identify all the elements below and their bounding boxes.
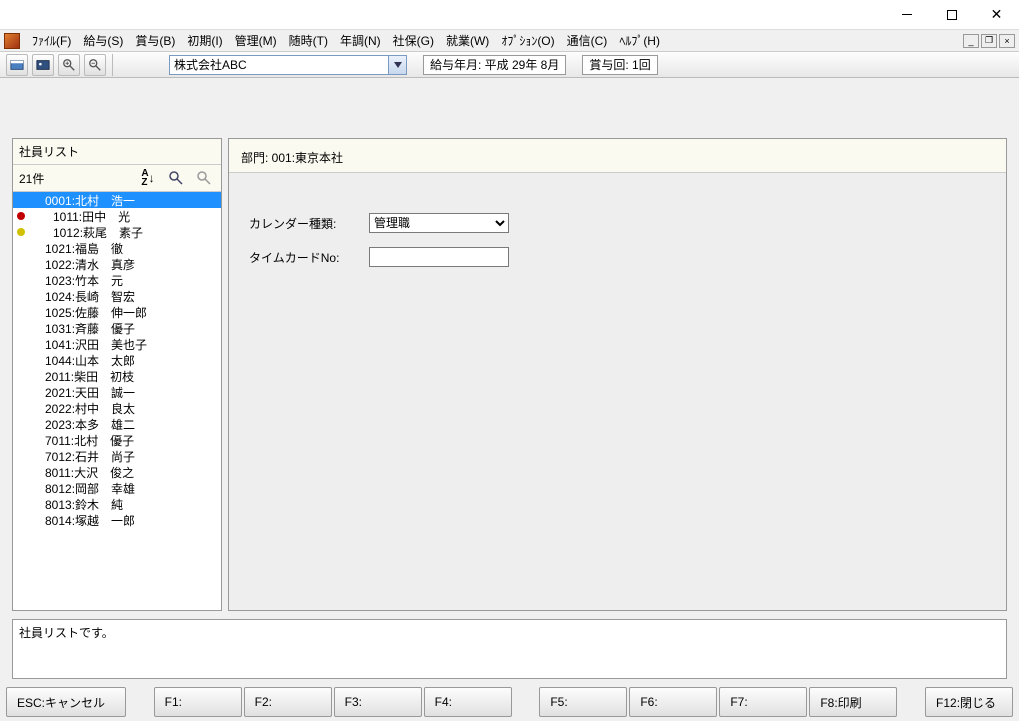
company-combo-dropdown[interactable] xyxy=(389,55,407,75)
menu-item[interactable]: 初期(I) xyxy=(181,30,228,51)
employee-row[interactable]: 1021:福島 徹 xyxy=(13,240,221,256)
employee-row[interactable]: 2023:本多 雄二 xyxy=(13,416,221,432)
menu-item[interactable]: 社保(G) xyxy=(387,30,440,51)
window-close-button[interactable]: ✕ xyxy=(974,0,1019,30)
menu-item[interactable]: 就業(W) xyxy=(440,30,495,51)
status-dot-icon xyxy=(17,212,25,220)
mdi-minimize-button[interactable]: _ xyxy=(963,34,979,48)
department-header: 部門: 001:東京本社 xyxy=(229,139,1006,173)
employee-row[interactable]: 1024:長崎 智宏 xyxy=(13,288,221,304)
window-maximize-button[interactable] xyxy=(929,0,974,30)
employee-row[interactable]: 0001:北村 浩一 xyxy=(13,192,221,208)
employee-row[interactable]: 1022:清水 真彦 xyxy=(13,256,221,272)
timecard-no-label: タイムカードNo: xyxy=(249,249,369,266)
f2-button[interactable]: F2: xyxy=(244,687,332,717)
employee-row[interactable]: 1044:山本 太郎 xyxy=(13,352,221,368)
detail-panel: 部門: 001:東京本社 カレンダー種類: 管理職 タイムカードNo: xyxy=(228,138,1007,611)
employee-row[interactable]: 8011:大沢 俊之 xyxy=(13,464,221,480)
workspace: 社員リスト 21件 AZ↓ 0001:北村 浩一1011:田中 光1012:萩尾… xyxy=(0,78,1019,721)
status-message: 社員リストです。 xyxy=(12,619,1007,679)
menu-item[interactable]: ﾍﾙﾌﾟ(H) xyxy=(613,30,666,51)
menu-item[interactable]: 通信(C) xyxy=(561,30,614,51)
f4-button[interactable]: F4: xyxy=(424,687,512,717)
mdi-restore-button[interactable]: ❐ xyxy=(981,34,997,48)
f3-button[interactable]: F3: xyxy=(334,687,422,717)
menubar: ﾌｧｲﾙ(F)給与(S)賞与(B)初期(I)管理(M)随時(T)年調(N)社保(… xyxy=(0,30,1019,52)
app-icon xyxy=(4,33,20,49)
zoom-in-button[interactable] xyxy=(58,54,80,76)
employee-row[interactable]: 8014:塚越 一郎 xyxy=(13,512,221,528)
employee-count: 21件 xyxy=(19,170,44,187)
timecard-no-input[interactable] xyxy=(369,247,509,267)
menu-item[interactable]: 給与(S) xyxy=(77,30,129,51)
window-titlebar: ✕ xyxy=(0,0,1019,30)
employee-row[interactable]: 1011:田中 光 xyxy=(13,208,221,224)
employee-row[interactable]: 2022:村中 良太 xyxy=(13,400,221,416)
company-combo[interactable] xyxy=(169,55,389,75)
f7-button[interactable]: F7: xyxy=(719,687,807,717)
zoom-out-button[interactable] xyxy=(84,54,106,76)
employee-row[interactable]: 1012:萩尾 素子 xyxy=(13,224,221,240)
calendar-type-select[interactable]: 管理職 xyxy=(369,213,509,233)
sort-az-icon[interactable]: AZ↓ xyxy=(137,167,159,189)
f8-button[interactable]: F8:印刷 xyxy=(809,687,897,717)
employee-list-panel: 社員リスト 21件 AZ↓ 0001:北村 浩一1011:田中 光1012:萩尾… xyxy=(12,138,222,611)
function-key-bar: ESC:キャンセル F1: F2: F3: F4: F5: F6: F7: F8… xyxy=(6,687,1013,717)
esc-button[interactable]: ESC:キャンセル xyxy=(6,687,126,717)
status-dot-icon xyxy=(17,228,25,236)
f1-button[interactable]: F1: xyxy=(154,687,242,717)
employee-row[interactable]: 2021:天田 誠一 xyxy=(13,384,221,400)
f6-button[interactable]: F6: xyxy=(629,687,717,717)
window-minimize-button[interactable] xyxy=(884,0,929,30)
employee-row[interactable]: 1025:佐藤 伸一郎 xyxy=(13,304,221,320)
pay-period-display: 給与年月: 平成 29年 8月 xyxy=(423,55,566,75)
employee-row[interactable]: 7011:北村 優子 xyxy=(13,432,221,448)
employee-row[interactable]: 1031:斉藤 優子 xyxy=(13,320,221,336)
f5-button[interactable]: F5: xyxy=(539,687,627,717)
search-disabled-icon[interactable] xyxy=(193,167,215,189)
employee-row[interactable]: 2011:柴田 初枝 xyxy=(13,368,221,384)
employee-row[interactable]: 1041:沢田 美也子 xyxy=(13,336,221,352)
employee-row[interactable]: 7012:石井 尚子 xyxy=(13,448,221,464)
employee-list-title: 社員リスト xyxy=(13,139,221,165)
search-icon[interactable] xyxy=(165,167,187,189)
menu-item[interactable]: 年調(N) xyxy=(334,30,387,51)
menu-item[interactable]: 管理(M) xyxy=(229,30,283,51)
toolbar-button-2[interactable] xyxy=(32,54,54,76)
employee-list[interactable]: 0001:北村 浩一1011:田中 光1012:萩尾 素子1021:福島 徹10… xyxy=(13,192,221,610)
toolbar-button-1[interactable] xyxy=(6,54,28,76)
employee-row[interactable]: 8012:岡部 幸雄 xyxy=(13,480,221,496)
toolbar: 給与年月: 平成 29年 8月 賞与回: 1回 xyxy=(0,52,1019,78)
menu-item[interactable]: ｵﾌﾟｼｮﾝ(O) xyxy=(495,30,560,51)
employee-row[interactable]: 8013:鈴木 純 xyxy=(13,496,221,512)
menu-item[interactable]: 賞与(B) xyxy=(129,30,181,51)
bonus-count-display: 賞与回: 1回 xyxy=(582,55,657,75)
menu-item[interactable]: 随時(T) xyxy=(283,30,334,51)
menu-item[interactable]: ﾌｧｲﾙ(F) xyxy=(26,30,77,51)
f12-button[interactable]: F12:閉じる xyxy=(925,687,1013,717)
mdi-close-button[interactable]: × xyxy=(999,34,1015,48)
employee-row[interactable]: 1023:竹本 元 xyxy=(13,272,221,288)
calendar-type-label: カレンダー種類: xyxy=(249,215,369,232)
